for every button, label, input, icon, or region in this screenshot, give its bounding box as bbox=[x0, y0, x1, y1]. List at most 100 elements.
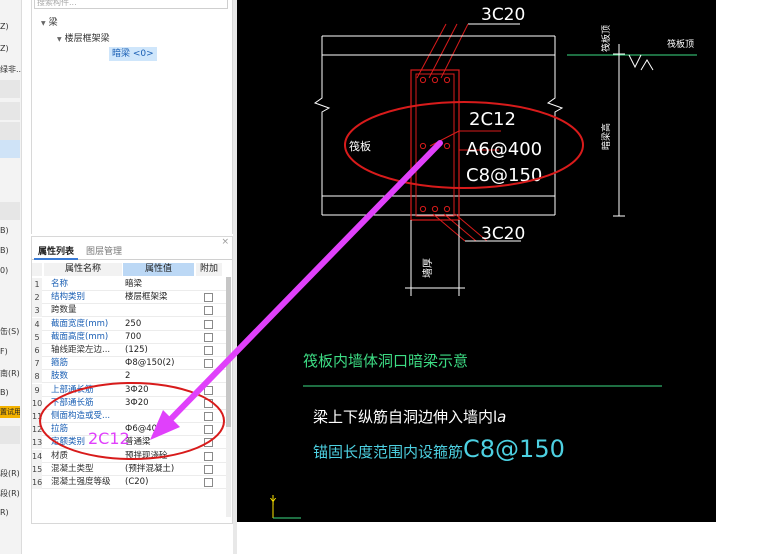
scrollbar-thumb[interactable] bbox=[226, 277, 231, 427]
property-value[interactable]: (预拌混凝土) bbox=[125, 463, 193, 476]
extra-checkbox[interactable] bbox=[204, 478, 213, 487]
property-value[interactable]: (125) bbox=[125, 344, 193, 357]
property-value[interactable]: 250 bbox=[125, 318, 193, 331]
property-value[interactable]: 暗梁 bbox=[125, 278, 193, 291]
strip-button[interactable] bbox=[0, 426, 20, 444]
property-panel: × 属性列表 图层管理 属性名称 属性值 附加 1 名称 暗梁 2 结构类别 楼层框架梁 3… bbox=[31, 236, 233, 524]
leader-line bbox=[429, 130, 460, 147]
property-name: 跨数量 bbox=[51, 305, 77, 316]
property-row[interactable]: 6 轴线距梁左边... (125) bbox=[32, 344, 228, 357]
extra-checkbox[interactable] bbox=[204, 464, 213, 474]
property-value[interactable]: Ф6@400 bbox=[125, 423, 193, 436]
property-row[interactable]: 8 肢数 2 bbox=[32, 370, 228, 384]
extra-checkbox[interactable] bbox=[204, 425, 213, 435]
property-value[interactable]: Ф8@150(2) bbox=[125, 357, 193, 370]
extra-checkbox[interactable] bbox=[204, 398, 213, 408]
property-value[interactable]: 预拌现浇砼 bbox=[125, 450, 193, 463]
strip-label: 0) bbox=[0, 266, 9, 275]
property-name: 材质 bbox=[51, 450, 69, 461]
property-name: 混凝土类型 bbox=[51, 463, 94, 474]
property-value[interactable]: 3Ф20 bbox=[125, 384, 193, 397]
property-row[interactable]: 13 定额类别 普通梁 bbox=[32, 436, 228, 450]
extra-checkbox[interactable] bbox=[204, 332, 213, 342]
tab-layer-management[interactable]: 图层管理 bbox=[82, 245, 126, 260]
property-row[interactable]: 2 结构类别 楼层框架梁 bbox=[32, 291, 228, 305]
extra-checkbox[interactable] bbox=[204, 346, 213, 355]
property-value[interactable]: 普通梁 bbox=[125, 436, 193, 449]
strip-button-active[interactable] bbox=[0, 140, 20, 158]
top-rebar-label: 3C20 bbox=[481, 5, 525, 25]
property-value[interactable]: 700 bbox=[125, 331, 193, 344]
strip-label: 段(R) bbox=[0, 469, 20, 478]
tab-property-list[interactable]: 属性列表 bbox=[34, 245, 79, 260]
property-row[interactable]: 12 拉筋 Ф6@400 bbox=[32, 423, 228, 437]
row-number: 13 bbox=[32, 436, 43, 450]
tree-node-beam[interactable]: ▼ 梁 bbox=[41, 15, 58, 28]
extra-checkbox[interactable] bbox=[204, 293, 213, 303]
chevron-down-icon[interactable]: ▼ bbox=[57, 36, 62, 43]
strip-label: Z) bbox=[0, 22, 9, 31]
property-name: 混凝土强度等级 bbox=[51, 477, 111, 487]
extra-checkbox[interactable] bbox=[204, 385, 213, 395]
cad-drawing: 3C20 2C12 A6@400 C8@150 筏板 3C20 墙厚 筏板顶 筏… bbox=[269, 5, 697, 519]
tree-node-hidden-beam-selected[interactable]: 暗梁 <0> bbox=[109, 47, 157, 61]
strip-button[interactable] bbox=[0, 102, 20, 120]
property-name: 下部通长筋 bbox=[51, 397, 94, 408]
property-row[interactable]: 1 名称 暗梁 bbox=[32, 278, 228, 291]
property-row[interactable]: 14 材质 预拌现浇砼 bbox=[32, 449, 228, 463]
tie-bars-label: A6@400 bbox=[466, 139, 542, 160]
row-number: 9 bbox=[32, 383, 42, 397]
hidden-beam-section bbox=[410, 69, 460, 221]
property-row[interactable]: 16 混凝土强度等级 (C20) bbox=[32, 476, 228, 489]
property-value[interactable]: (C20) bbox=[125, 476, 193, 489]
chevron-down-icon[interactable]: ▼ bbox=[41, 20, 46, 27]
property-row[interactable]: 15 混凝土类型 (预拌混凝土) bbox=[32, 462, 228, 476]
strip-label: Z) bbox=[0, 44, 9, 53]
stirrups-label: C8@150 bbox=[466, 165, 542, 186]
row-number: 7 bbox=[32, 357, 42, 371]
property-value[interactable]: 楼层框架梁 bbox=[125, 291, 193, 304]
tree-node-frame-beam[interactable]: ▼ 楼层框架梁 bbox=[57, 31, 110, 44]
break-line-right bbox=[546, 36, 564, 215]
extra-checkbox[interactable] bbox=[204, 319, 213, 329]
strip-label: B) bbox=[0, 388, 9, 397]
rebar-dot bbox=[419, 142, 427, 150]
note-line-1-text: 梁上下纵筋自洞边伸入墙内l bbox=[313, 408, 497, 426]
property-row[interactable]: 5 截面高度(mm) 700 bbox=[32, 330, 228, 344]
property-row[interactable]: 10 下部通长筋 3Ф20 bbox=[32, 396, 228, 410]
tree-search-input[interactable]: 搜索构件... bbox=[34, 0, 228, 9]
strip-label: 缶(S) bbox=[0, 327, 20, 336]
property-row[interactable]: 4 截面宽度(mm) 250 bbox=[32, 317, 228, 331]
extra-checkbox[interactable] bbox=[204, 451, 213, 461]
raft-label: 筏板 bbox=[349, 139, 371, 153]
rebar-dot bbox=[419, 76, 427, 84]
strip-button[interactable] bbox=[0, 122, 20, 140]
extra-checkbox[interactable] bbox=[204, 412, 213, 421]
property-row[interactable]: 9 上部通长筋 3Ф20 bbox=[32, 383, 228, 397]
property-name: 侧面构造或受... bbox=[51, 411, 111, 421]
property-row[interactable]: 7 箍筋 Ф8@150(2) bbox=[32, 357, 228, 371]
property-name: 上部通长筋 bbox=[51, 384, 94, 395]
cad-drawing-canvas[interactable]: 3C20 2C12 A6@400 C8@150 筏板 3C20 墙厚 筏板顶 筏… bbox=[237, 0, 716, 522]
property-name: 定额类别 bbox=[51, 437, 86, 448]
note-line-1: 梁上下纵筋自洞边伸入墙内la bbox=[313, 408, 506, 426]
extra-checkbox[interactable] bbox=[204, 359, 213, 369]
property-row[interactable]: 11 侧面构造或受... bbox=[32, 410, 228, 423]
ucs-y-label: Y bbox=[269, 497, 277, 508]
property-name: 截面高度(mm) bbox=[51, 331, 109, 342]
property-name: 名称 bbox=[51, 279, 69, 289]
extra-checkbox[interactable] bbox=[204, 306, 213, 316]
note-line-1-italic: a bbox=[497, 408, 506, 426]
strip-label: 绿非... bbox=[0, 65, 22, 74]
row-number: 5 bbox=[32, 330, 42, 344]
trial-badge[interactable]: 置试用 bbox=[0, 406, 20, 418]
property-row[interactable]: 3 跨数量 bbox=[32, 304, 228, 318]
property-value[interactable]: 2 bbox=[125, 370, 193, 383]
property-value[interactable]: 3Ф20 bbox=[125, 397, 193, 410]
extra-checkbox[interactable] bbox=[204, 438, 213, 448]
strip-label: B) bbox=[0, 226, 9, 235]
strip-button[interactable] bbox=[0, 202, 20, 220]
level-marker bbox=[628, 54, 642, 69]
strip-button[interactable] bbox=[0, 80, 20, 98]
property-scrollbar[interactable] bbox=[226, 277, 231, 517]
